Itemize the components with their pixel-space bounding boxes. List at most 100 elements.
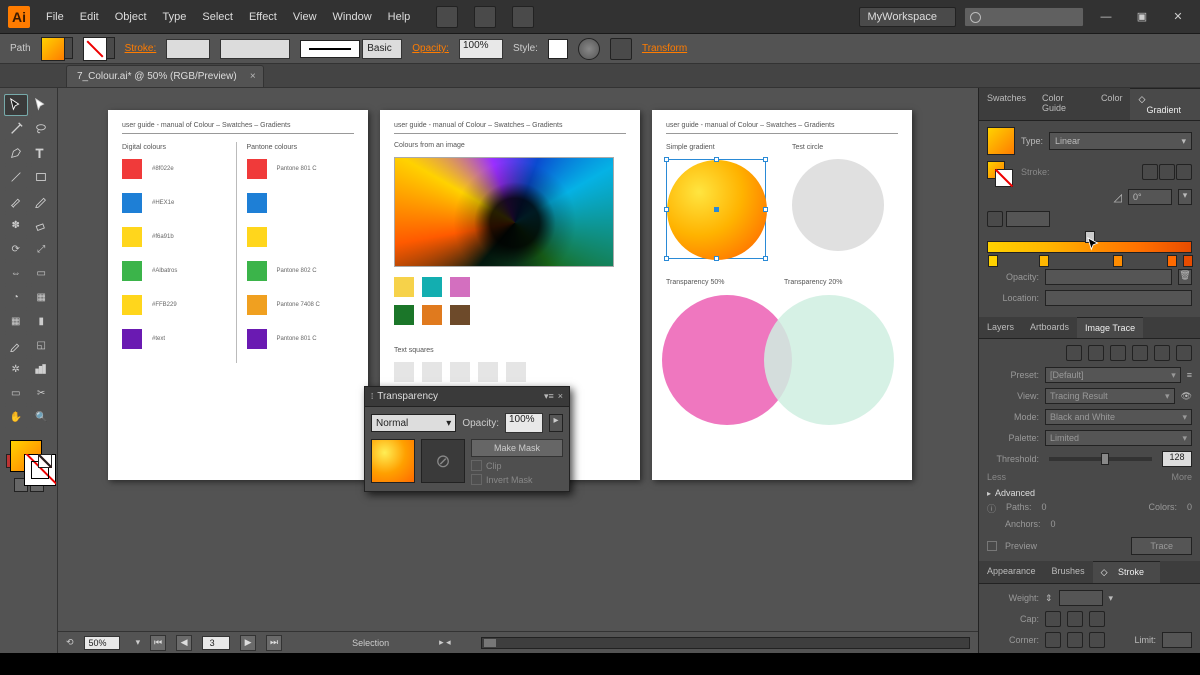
line-tool[interactable]: [4, 166, 28, 188]
layout-icon[interactable]: [436, 6, 458, 28]
corner-round[interactable]: [1067, 632, 1083, 648]
opacity-input[interactable]: 100%: [459, 39, 503, 59]
next-last-artboard[interactable]: ⏭: [266, 635, 282, 651]
menu-select[interactable]: Select: [202, 11, 233, 23]
preset-menu-icon[interactable]: ≡: [1187, 370, 1192, 380]
preset-icon-6[interactable]: [1176, 345, 1192, 361]
menu-object[interactable]: Object: [115, 11, 147, 23]
shape-builder-tool[interactable]: ◔: [4, 286, 28, 308]
rotate-tool[interactable]: ⟳: [4, 238, 28, 260]
fill-dropdown[interactable]: [65, 37, 73, 59]
blob-brush-tool[interactable]: ✽: [4, 214, 28, 236]
menu-view[interactable]: View: [293, 11, 317, 23]
zoom-input[interactable]: 50%: [84, 636, 120, 650]
panel-menu-icon[interactable]: ▾≡: [544, 391, 554, 402]
workspace-selector[interactable]: MyWorkspace: [859, 7, 956, 27]
tab-image-trace[interactable]: Image Trace: [1077, 317, 1143, 338]
stroke-swatch[interactable]: [83, 37, 107, 61]
paintbrush-tool[interactable]: [4, 190, 28, 212]
color-stop-4[interactable]: [1167, 255, 1177, 267]
arrange-icon[interactable]: [512, 6, 534, 28]
view-select[interactable]: Tracing Result▾: [1045, 388, 1175, 404]
stroke-weight-input[interactable]: [166, 39, 210, 59]
tab-close-icon[interactable]: ×: [250, 71, 256, 82]
stroke-width-profile[interactable]: [220, 39, 290, 59]
gradient-preview[interactable]: [987, 127, 1015, 155]
preset-icon-1[interactable]: [1066, 345, 1082, 361]
weight-input[interactable]: [1059, 590, 1103, 606]
tab-stroke[interactable]: ◇ Stroke: [1093, 561, 1160, 583]
preset-icon-2[interactable]: [1088, 345, 1104, 361]
trash-icon[interactable]: 🗑: [1178, 269, 1192, 285]
brush-preview[interactable]: [300, 40, 360, 58]
prev-artboard[interactable]: ◀: [176, 635, 192, 651]
transform-link[interactable]: Transform: [642, 43, 687, 54]
threshold-slider[interactable]: [1049, 457, 1152, 461]
window-restore[interactable]: ▣: [1128, 7, 1156, 27]
palette-select[interactable]: Limited▾: [1045, 430, 1192, 446]
invert-mask-checkbox[interactable]: Invert Mask: [471, 474, 563, 485]
stroke-align-1[interactable]: [1142, 164, 1158, 180]
menu-help[interactable]: Help: [388, 11, 411, 23]
threshold-input[interactable]: 128: [1162, 451, 1192, 467]
tab-color[interactable]: Color: [1093, 88, 1131, 120]
menu-window[interactable]: Window: [333, 11, 372, 23]
pen-tool[interactable]: [4, 142, 28, 164]
opacity-stepper[interactable]: ▸: [549, 414, 563, 432]
tab-gradient[interactable]: ◇ Gradient: [1130, 88, 1200, 120]
lasso-tool[interactable]: [30, 118, 54, 140]
weight-stepper[interactable]: ⇕: [1045, 593, 1053, 604]
prev-first-artboard[interactable]: ⏮: [150, 635, 166, 651]
hand-tool[interactable]: ✋: [4, 406, 28, 428]
preset-icon-3[interactable]: [1110, 345, 1126, 361]
search-input[interactable]: [964, 7, 1084, 27]
pencil-tool[interactable]: [30, 190, 54, 212]
stroke-align-3[interactable]: [1176, 164, 1192, 180]
corner-miter[interactable]: [1045, 632, 1061, 648]
color-stop-5[interactable]: [1183, 255, 1193, 267]
color-stop-3[interactable]: [1113, 255, 1123, 267]
advanced-toggle[interactable]: Advanced: [987, 488, 1192, 498]
eye-icon[interactable]: 👁: [1181, 391, 1192, 402]
weight-dropdown[interactable]: ▾: [1109, 593, 1114, 604]
stroke-align-2[interactable]: [1159, 164, 1175, 180]
column-graph-tool[interactable]: [30, 358, 54, 380]
limit-input[interactable]: [1162, 632, 1192, 648]
h-scrollbar[interactable]: [481, 637, 970, 649]
make-mask-button[interactable]: Make Mask: [471, 439, 563, 457]
panel-close-icon[interactable]: ×: [558, 391, 563, 402]
menu-effect[interactable]: Effect: [249, 11, 277, 23]
preset-select[interactable]: [Default]▾: [1045, 367, 1181, 383]
cap-butt[interactable]: [1045, 611, 1061, 627]
selected-gradient-circle[interactable]: [666, 159, 766, 259]
mask-thumb[interactable]: ⊘: [421, 439, 465, 483]
window-close[interactable]: ✕: [1164, 7, 1192, 27]
tab-artboards[interactable]: Artboards: [1022, 317, 1077, 338]
screen-icon[interactable]: [474, 6, 496, 28]
perspective-tool[interactable]: ▦: [30, 286, 54, 308]
trace-button[interactable]: Trace: [1131, 537, 1192, 555]
blend-mode-select[interactable]: Normal▾: [371, 414, 456, 432]
preset-icon-4[interactable]: [1132, 345, 1148, 361]
menu-edit[interactable]: Edit: [80, 11, 99, 23]
angle-dropdown[interactable]: ▾: [1178, 189, 1192, 205]
brush-basic[interactable]: Basic: [362, 39, 402, 59]
cap-projecting[interactable]: [1089, 611, 1105, 627]
angle-input[interactable]: 0°: [1128, 189, 1172, 205]
clip-checkbox[interactable]: Clip: [471, 460, 563, 471]
stroke-dropdown[interactable]: [107, 37, 115, 59]
fill-swatch[interactable]: [41, 37, 65, 61]
transparency-thumb[interactable]: [371, 439, 415, 483]
tab-brushes[interactable]: Brushes: [1044, 561, 1093, 583]
menu-file[interactable]: File: [46, 11, 64, 23]
zoom-tool[interactable]: 🔍: [30, 406, 54, 428]
color-stop-2[interactable]: [1039, 255, 1049, 267]
gradient-tool[interactable]: ▮: [30, 310, 54, 332]
stroke-link[interactable]: Stroke:: [125, 43, 157, 54]
artboard-number[interactable]: 3: [202, 636, 230, 650]
slice-tool[interactable]: ✂: [30, 382, 54, 404]
magic-wand-tool[interactable]: [4, 118, 28, 140]
gradient-slider[interactable]: [987, 233, 1192, 267]
transparency-title-bar[interactable]: ⁞ Transparency ▾≡×: [365, 387, 569, 407]
preview-checkbox[interactable]: [987, 541, 997, 551]
